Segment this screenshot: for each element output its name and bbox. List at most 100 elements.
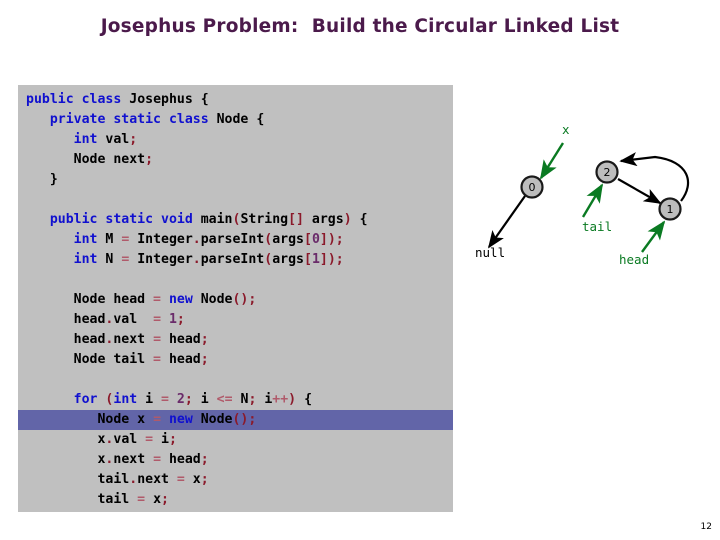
code-token: [ [303, 232, 312, 247]
code-token: next [113, 332, 154, 347]
code-token: ; [200, 452, 209, 467]
code-token: next [113, 152, 146, 167]
code-token: x [129, 412, 154, 427]
code-line: Node next; [18, 150, 453, 170]
code-token: ; [335, 232, 344, 247]
code-token: () [232, 292, 249, 307]
code-token: x [192, 472, 201, 487]
node-label-two: 2 [604, 166, 611, 179]
code-token: ; [161, 492, 169, 507]
next-arrow-two-to-one [617, 178, 662, 204]
code-token: head [73, 312, 106, 327]
code-token: for [73, 392, 98, 407]
code-token: ; [129, 132, 138, 147]
code-token: () [232, 412, 249, 427]
code-token: int [73, 232, 98, 247]
code-token: args [272, 252, 304, 267]
code-token: ; [248, 392, 265, 407]
code-token: { [256, 112, 265, 127]
code-token: <= [216, 392, 241, 407]
code-line: public static void main(String[] args) { [18, 210, 453, 230]
code-token: 1 [311, 252, 320, 267]
code-line: public class Josephus { [18, 90, 453, 110]
code-line: } [18, 170, 453, 190]
code-token: [] [288, 212, 304, 227]
code-line-highlighted: Node x = new Node(); [18, 410, 453, 430]
code-token: . [192, 252, 201, 267]
code-token: class [168, 112, 209, 127]
code-token: = [145, 432, 162, 447]
code-token: ; [145, 152, 154, 167]
pointer-arrow-tail [581, 183, 604, 218]
code-token: next [113, 452, 154, 467]
code-token: } [49, 172, 58, 187]
page-number: 12 [700, 522, 712, 532]
code-token: { [200, 92, 209, 107]
code-token: parseInt [200, 252, 265, 267]
code-token: Node [73, 292, 106, 307]
code-token: i [137, 392, 162, 407]
code-token: parseInt [200, 232, 265, 247]
code-token: i [200, 392, 217, 407]
code-token: int [113, 392, 138, 407]
pointer-label-x: x [562, 122, 570, 137]
code-token: next [137, 472, 177, 487]
code-line: Node head = new Node(); [18, 290, 453, 310]
code-token: static [113, 112, 161, 127]
code-token: Josephus [129, 92, 193, 107]
code-token: args [303, 212, 344, 227]
code-token: static [105, 212, 154, 227]
code-token: = [176, 472, 193, 487]
linked-list-diagram: 0 2 1 x tail head null [455, 95, 713, 295]
code-token: class [81, 92, 122, 107]
code-token: public [49, 212, 98, 227]
code-token: = [153, 412, 169, 427]
code-block: public class Josephus { private static c… [18, 85, 453, 512]
code-token: ; [200, 332, 209, 347]
code-token: head [73, 332, 106, 347]
code-token: N [105, 252, 122, 267]
code-line: for (int i = 2; i <= N; i++) { [18, 390, 453, 410]
code-token: Node [73, 152, 106, 167]
code-line: } [18, 510, 453, 512]
code-token: { [351, 212, 368, 227]
code-token: tail [105, 352, 154, 367]
code-token: M [105, 232, 122, 247]
code-token: head [168, 332, 201, 347]
code-line: int val; [18, 130, 453, 150]
code-line: tail = x; [18, 490, 453, 510]
code-token: new [168, 412, 193, 427]
code-token: [ [303, 252, 312, 267]
code-line: x.next = head; [18, 450, 453, 470]
code-token: ; [176, 312, 185, 327]
code-token: val [113, 432, 146, 447]
code-token: head [105, 292, 154, 307]
code-token: ; [168, 432, 177, 447]
code-line: head.val = 1; [18, 310, 453, 330]
code-token: ; [248, 412, 257, 427]
code-token: ]) [319, 232, 336, 247]
code-token: i [161, 432, 169, 447]
code-token: String [240, 212, 289, 227]
code-token: = [153, 332, 169, 347]
code-token: = [153, 352, 169, 367]
code-token: = [121, 232, 138, 247]
code-token: void [161, 212, 193, 227]
